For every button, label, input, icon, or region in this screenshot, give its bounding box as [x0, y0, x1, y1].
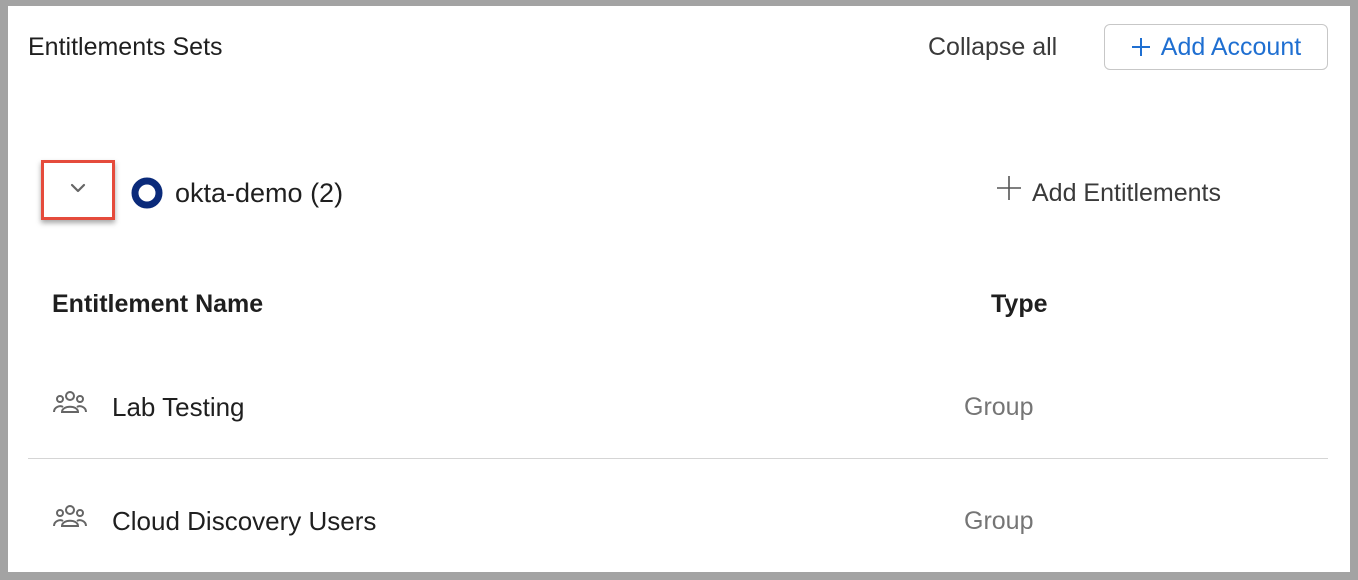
page-title: Entitlements Sets: [28, 33, 223, 61]
entitlement-name: Lab Testing: [112, 392, 245, 422]
entitlement-type: Group: [964, 507, 1034, 535]
account-name: okta-demo (2): [175, 178, 344, 208]
okta-logo-icon: [130, 176, 164, 210]
plus-icon: [1131, 37, 1151, 57]
column-header-entitlement-name: Entitlement Name: [52, 290, 264, 318]
collapse-all-link[interactable]: Collapse all: [928, 31, 1057, 63]
column-header-type: Type: [991, 290, 1048, 318]
table-row[interactable]: Cloud Discovery Users Group: [28, 472, 1328, 572]
add-entitlements-label: Add Entitlements: [1032, 178, 1221, 207]
add-account-button[interactable]: Add Account: [1104, 24, 1328, 70]
add-account-label: Add Account: [1160, 32, 1302, 61]
group-icon: [52, 502, 88, 532]
chevron-down-icon: [69, 181, 87, 199]
entitlements-panel: Entitlements Sets Collapse all Add Accou…: [8, 6, 1350, 572]
add-entitlements-button[interactable]: Add Entitlements: [996, 175, 1221, 210]
plus-icon: [996, 175, 1022, 210]
expand-collapse-toggle[interactable]: [41, 160, 115, 220]
entitlement-name: Cloud Discovery Users: [112, 506, 377, 536]
table-row[interactable]: Lab Testing Group: [28, 358, 1328, 459]
entitlement-type: Group: [964, 393, 1034, 421]
group-icon: [52, 388, 88, 418]
